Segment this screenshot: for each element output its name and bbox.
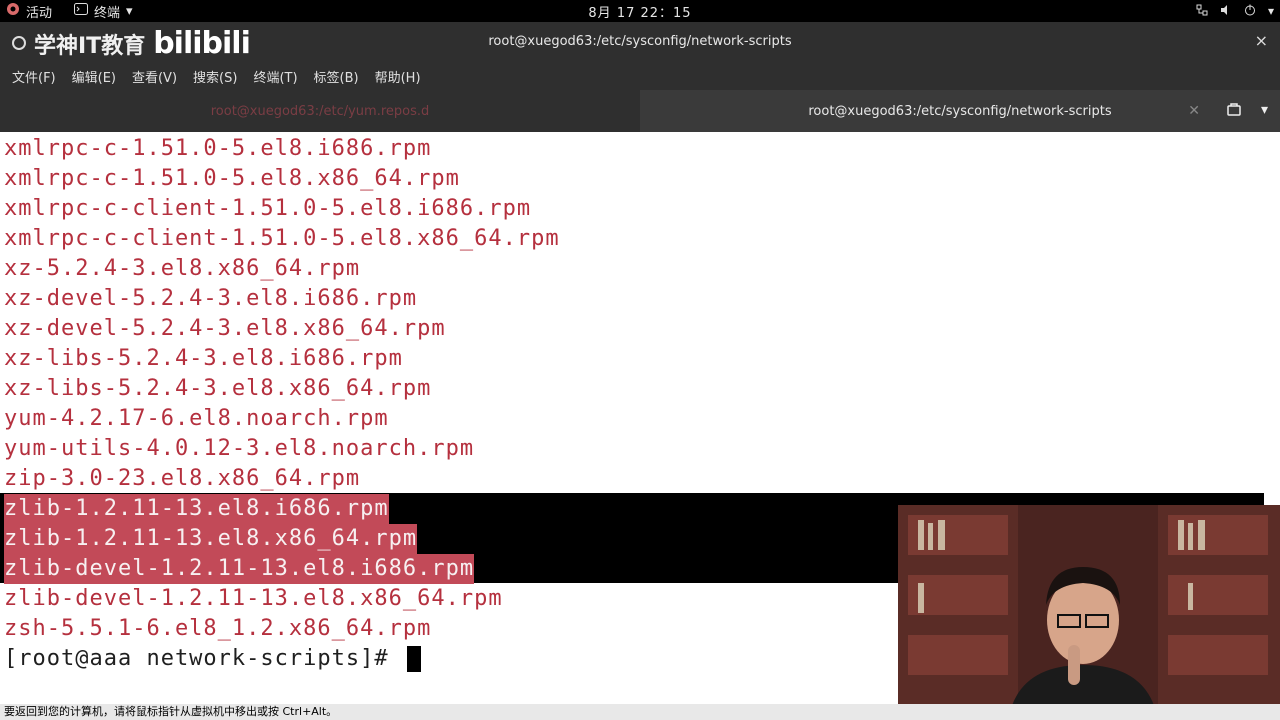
- menu-help[interactable]: 帮助(H): [375, 67, 421, 86]
- menu-terminal[interactable]: 终端(T): [253, 67, 297, 86]
- window-title: root@xuegod63:/etc/sysconfig/network-scr…: [488, 34, 792, 49]
- shell-prompt-line[interactable]: [root@aaa network-scripts]#: [4, 644, 560, 674]
- terminal-line: xz-devel-5.2.4-3.el8.i686.rpm: [4, 286, 418, 311]
- tab-network-scripts[interactable]: root@xuegod63:/etc/sysconfig/network-scr…: [640, 90, 1280, 132]
- activities-button[interactable]: 活动: [0, 2, 64, 21]
- terminal-line: xz-5.2.4-3.el8.x86_64.rpm: [4, 256, 361, 281]
- terminal-line-selected: zlib-1.2.11-13.el8.i686.rpm: [4, 494, 389, 524]
- app-menu-label: 终端: [94, 5, 121, 21]
- menu-bar: 文件(F) 编辑(E) 查看(V) 搜索(S) 终端(T) 标签(B) 帮助(H…: [0, 62, 1280, 90]
- power-icon[interactable]: [1244, 4, 1256, 19]
- terminal-line: xmlrpc-c-1.51.0-5.el8.i686.rpm: [4, 136, 432, 161]
- terminal-line: xz-devel-5.2.4-3.el8.x86_64.rpm: [4, 316, 446, 341]
- window-titlebar[interactable]: 学神IT教育 bilibili root@xuegod63:/etc/sysco…: [0, 22, 1280, 62]
- clock[interactable]: 8月 17 22：15: [588, 2, 691, 21]
- tab-label: root@xuegod63:/etc/yum.repos.d: [210, 103, 430, 119]
- terminal-line: yum-4.2.17-6.el8.noarch.rpm: [4, 406, 389, 431]
- network-icon[interactable]: [1196, 4, 1208, 19]
- webcam-overlay: [898, 505, 1280, 720]
- terminal-line: zip-3.0-23.el8.x86_64.rpm: [4, 466, 361, 491]
- shell-prompt: [root@aaa network-scripts]#: [4, 646, 403, 671]
- vm-status-hint: 要返回到您的计算机，请将鼠标指针从虚拟机中移出或按 Ctrl+Alt。: [0, 704, 1280, 720]
- menu-file[interactable]: 文件(F): [12, 67, 56, 86]
- volume-icon[interactable]: [1220, 4, 1232, 19]
- terminal-line: zlib-devel-1.2.11-13.el8.x86_64.rpm: [4, 586, 503, 611]
- app-menu-terminal[interactable]: 终端 ▾: [64, 2, 143, 21]
- tab-bar: root@xuegod63:/etc/yum.repos.d root@xueg…: [0, 90, 1280, 132]
- text-cursor: [406, 646, 421, 672]
- terminal-line-selected: zlib-devel-1.2.11-13.el8.i686.rpm: [4, 554, 475, 584]
- presenter-video-image: [898, 505, 1280, 720]
- menu-tabs[interactable]: 标签(B): [314, 67, 359, 86]
- chevron-down-icon: ▾: [126, 3, 133, 19]
- terminal-line: xmlrpc-c-1.51.0-5.el8.x86_64.rpm: [4, 166, 460, 191]
- terminal-line-selected: zlib-1.2.11-13.el8.x86_64.rpm: [4, 524, 418, 554]
- tab-label: root@xuegod63:/etc/sysconfig/network-scr…: [808, 103, 1112, 119]
- terminal-line: yum-utils-4.0.12-3.el8.noarch.rpm: [4, 436, 475, 461]
- menu-view[interactable]: 查看(V): [132, 67, 177, 86]
- chevron-down-icon: ▾: [1267, 4, 1274, 18]
- tab-yum-repos[interactable]: root@xuegod63:/etc/yum.repos.d: [0, 90, 640, 132]
- gnome-top-bar: 活动 终端 ▾ 8月 17 22：15 ▾: [0, 0, 1280, 22]
- terminal-line: zsh-5.5.1-6.el8_1.2.x86_64.rpm: [4, 616, 432, 641]
- terminal-line: xz-libs-5.2.4-3.el8.x86_64.rpm: [4, 376, 432, 401]
- activities-label: 活动: [26, 5, 53, 21]
- fedora-icon: [6, 2, 20, 20]
- system-tray[interactable]: ▾: [1196, 4, 1274, 19]
- terminal-line: xmlrpc-c-client-1.51.0-5.el8.i686.rpm: [4, 196, 532, 221]
- chevron-down-icon[interactable]: ▾: [1261, 102, 1268, 120]
- terminal-line: xmlrpc-c-client-1.51.0-5.el8.x86_64.rpm: [4, 226, 560, 251]
- close-icon[interactable]: ✕: [1188, 103, 1200, 119]
- terminal-line: xz-libs-5.2.4-3.el8.i686.rpm: [4, 346, 403, 371]
- menu-search[interactable]: 搜索(S): [193, 67, 237, 86]
- terminal-output: xmlrpc-c-1.51.0-5.el8.i686.rpm xmlrpc-c-…: [4, 134, 560, 674]
- window-close-button[interactable]: ×: [1255, 31, 1268, 50]
- terminal-icon: [74, 3, 89, 19]
- new-tab-icon[interactable]: [1227, 102, 1241, 120]
- menu-edit[interactable]: 编辑(E): [72, 67, 116, 86]
